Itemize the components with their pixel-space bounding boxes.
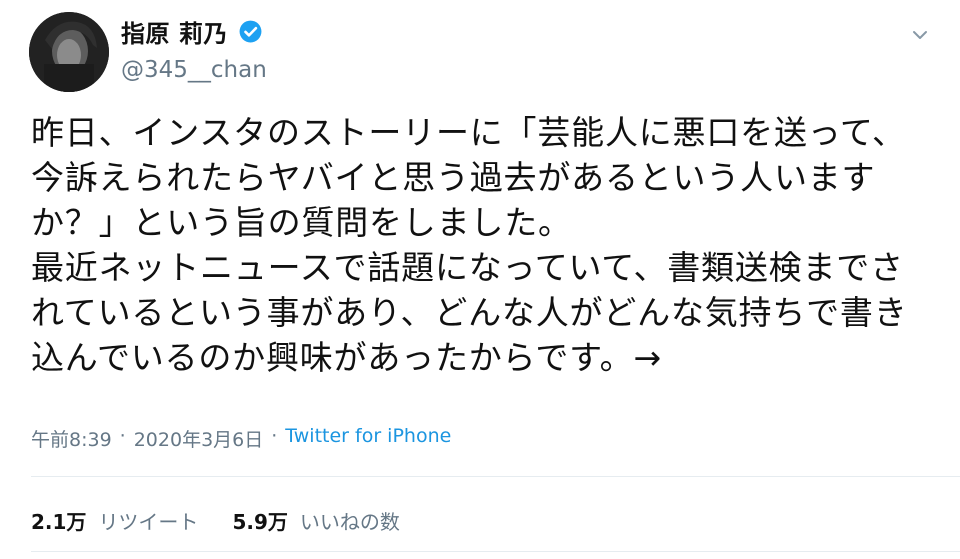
display-name[interactable]: 指原 莉乃 [121,14,228,49]
tweet-card: 指原 莉乃 @345__chan 昨日、インスタのストーリーに「芸能人に悪口を送… [0,0,960,559]
likes-label: いいねの数 [299,510,400,534]
tweet-date[interactable]: 2020年3月6日 [134,425,264,452]
likes-stat[interactable]: 5.9万 いいねの数 [232,506,399,535]
tweet-meta: 午前8:39 · 2020年3月6日 · Twitter for iPhone [31,425,451,452]
likes-count: 5.9万 [232,510,288,534]
retweets-label: リツイート [98,510,199,534]
tweet-time[interactable]: 午前8:39 [31,425,112,452]
author-handle[interactable]: @345__chan [121,57,267,83]
retweets-stat[interactable]: 2.1万 リツイート [31,506,198,535]
author-name-row[interactable]: 指原 莉乃 [121,14,263,49]
divider [31,551,960,552]
verified-badge-icon [238,19,263,44]
tweet-text: 昨日、インスタのストーリーに「芸能人に悪口を送って、今訴えられたらヤバイと思う過… [31,113,908,377]
tweet-source-link[interactable]: Twitter for iPhone [285,425,451,452]
avatar[interactable] [29,12,109,92]
retweets-count: 2.1万 [31,510,87,534]
divider [31,476,960,477]
tweet-stats: 2.1万 リツイート 5.9万 いいねの数 [31,506,400,535]
meta-separator: · [119,425,126,447]
meta-separator: · [271,425,278,447]
chevron-down-icon[interactable] [910,25,930,45]
